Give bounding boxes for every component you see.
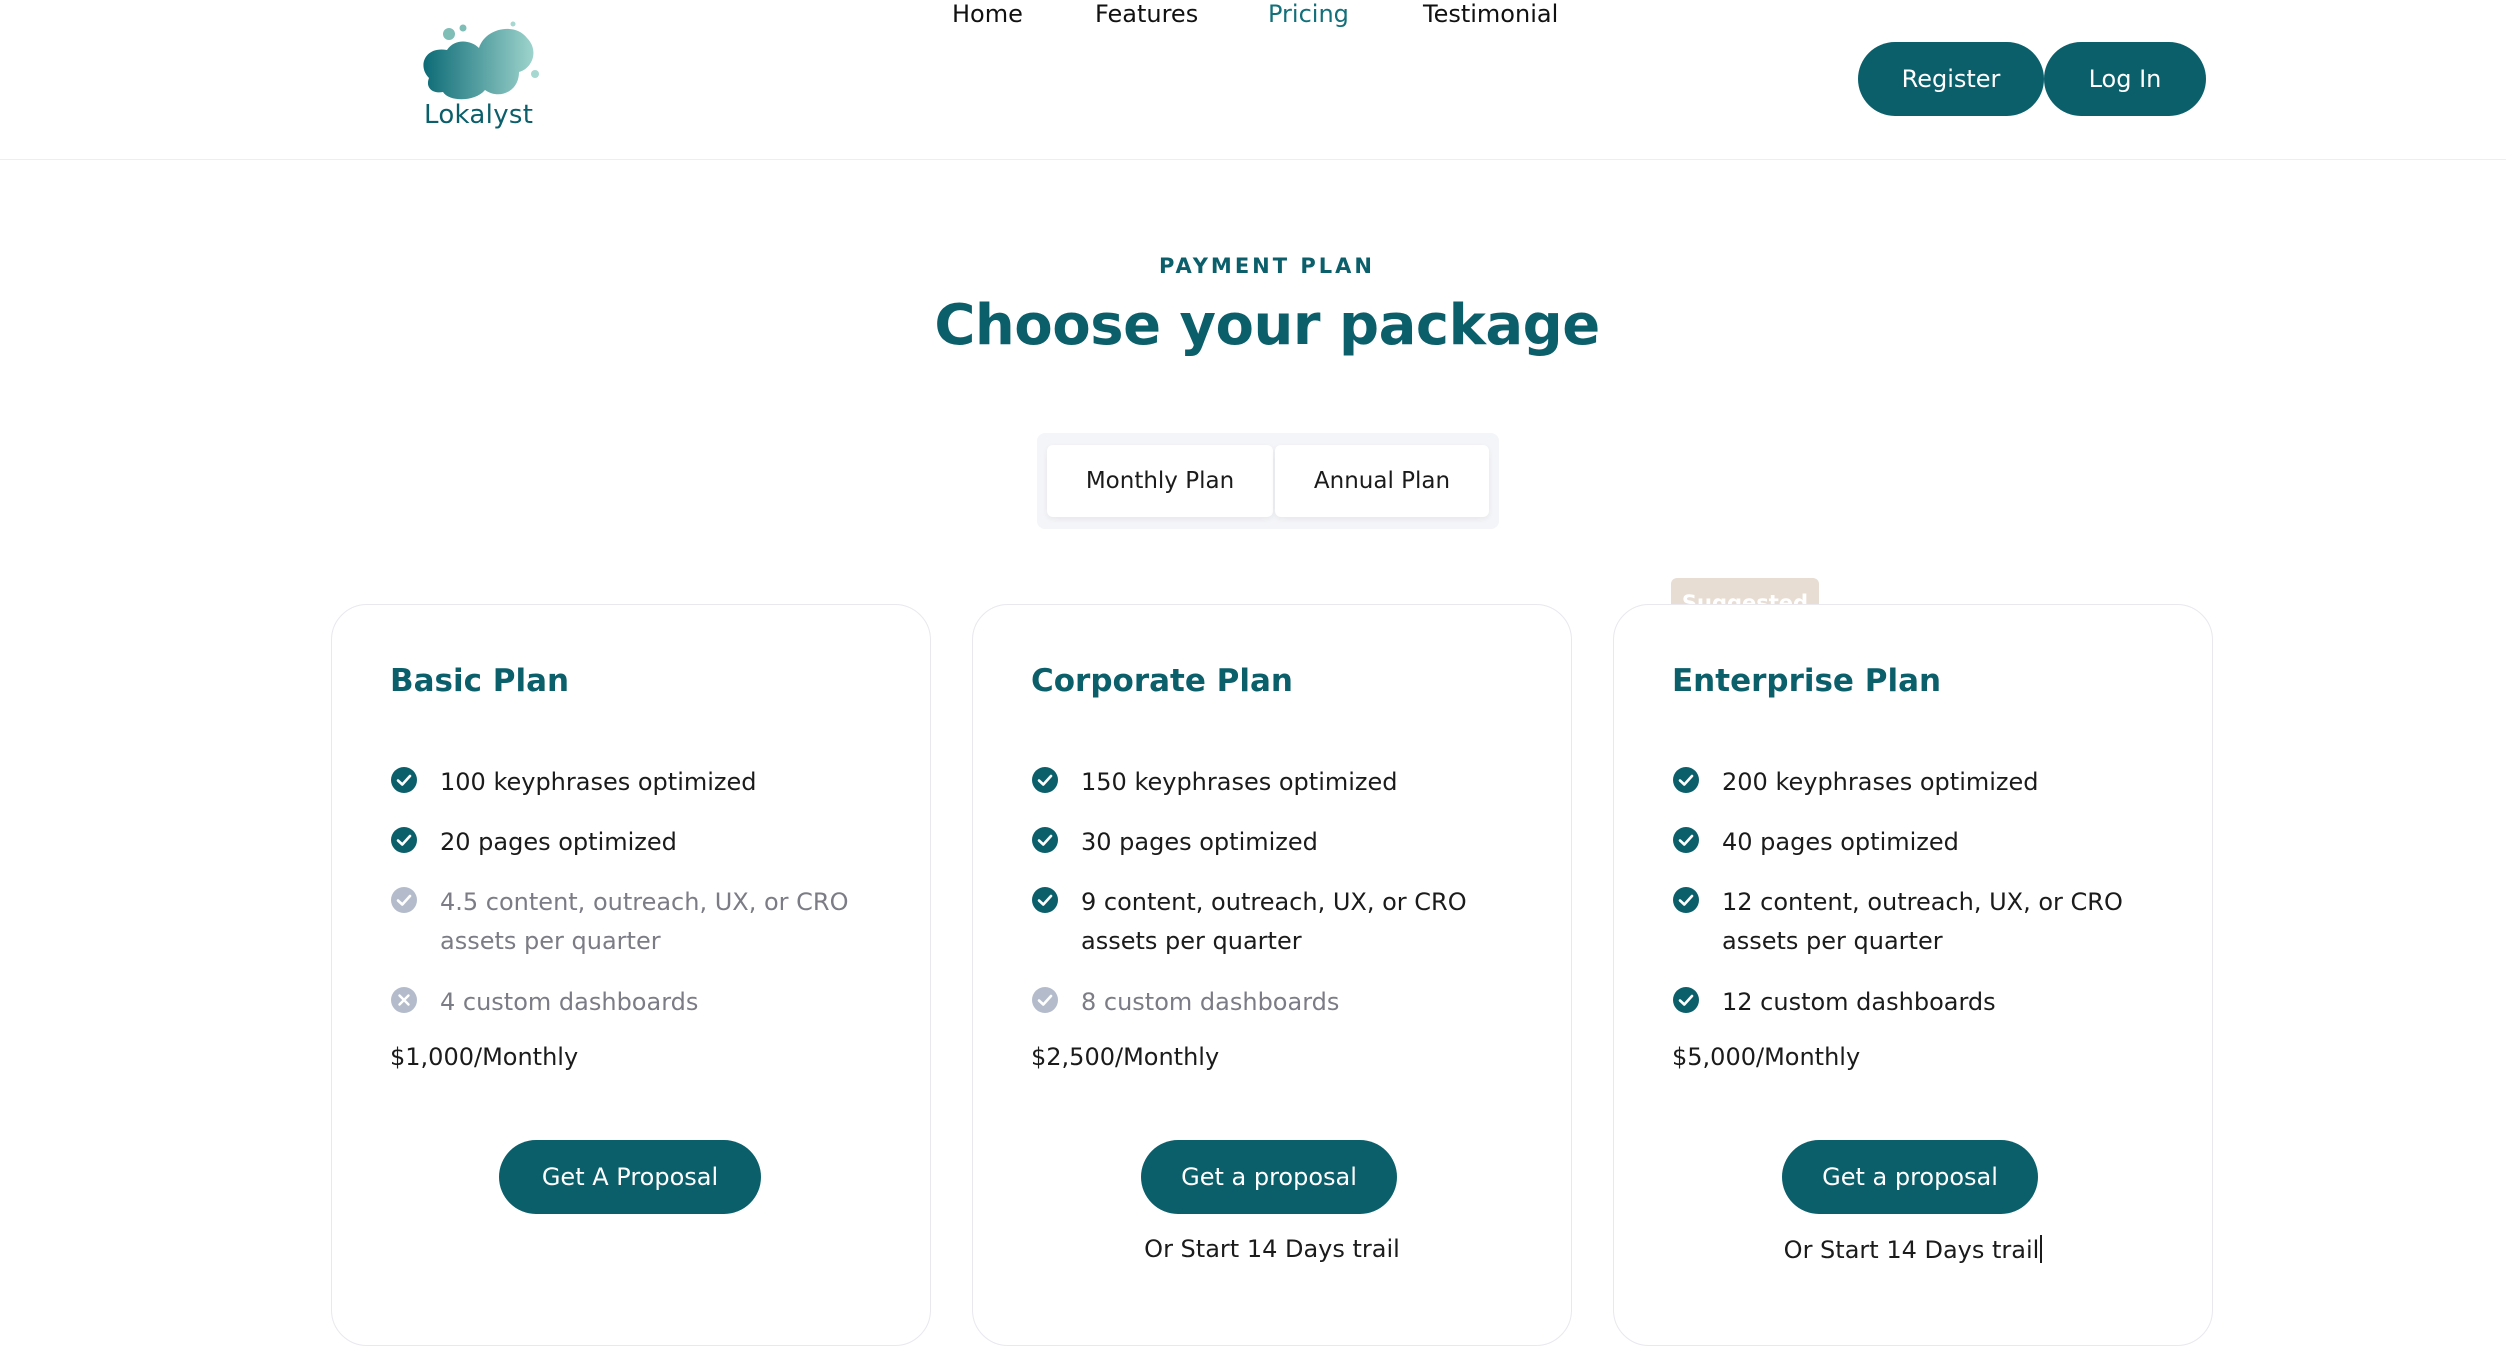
plan-title: Basic Plan [390, 663, 570, 699]
start-trial-link[interactable]: Or Start 14 Days trail [973, 1235, 1571, 1263]
login-button[interactable]: Log In [2044, 42, 2206, 116]
feature-text: 12 custom dashboards [1722, 988, 1996, 1016]
check-circle-icon [1673, 767, 1699, 793]
feature-text: 200 keyphrases optimized [1722, 768, 2039, 796]
plan-price: $1,000/Monthly [390, 1043, 579, 1071]
feature-text: 20 pages optimized [440, 828, 677, 856]
check-circle-muted-icon [391, 887, 417, 913]
page-title: Choose your package [934, 293, 1600, 358]
nav-home[interactable]: Home [952, 0, 1023, 28]
get-proposal-button[interactable]: Get a proposal [1782, 1140, 2038, 1214]
plan-title: Enterprise Plan [1672, 663, 1942, 699]
feature-text: 12 content, outreach, UX, or CRO assets … [1722, 888, 2123, 955]
check-circle-icon [1673, 887, 1699, 913]
check-circle-icon [1673, 827, 1699, 853]
feature-text: 150 keyphrases optimized [1081, 768, 1398, 796]
feature-text: 40 pages optimized [1722, 828, 1959, 856]
check-circle-icon [391, 767, 417, 793]
start-trial-link[interactable]: Or Start 14 Days trail [1614, 1235, 2212, 1264]
check-circle-icon [1032, 767, 1058, 793]
text-cursor [2040, 1235, 2043, 1263]
nav-features[interactable]: Features [1095, 0, 1198, 28]
logo-blob-icon [423, 21, 539, 100]
feature-text: 9 content, outreach, UX, or CRO assets p… [1081, 888, 1467, 955]
toggle-annual-plan[interactable]: Annual Plan [1275, 445, 1489, 517]
check-circle-muted-icon [1032, 987, 1058, 1013]
feature-text: 4.5 content, outreach, UX, or CRO assets… [440, 888, 849, 955]
toggle-monthly-plan[interactable]: Monthly Plan [1047, 445, 1273, 517]
check-circle-icon [1032, 827, 1058, 853]
brand-name: Lokalyst [424, 100, 534, 130]
plan-price: $5,000/Monthly [1672, 1043, 1861, 1071]
feature-text: 4 custom dashboards [440, 988, 699, 1016]
get-proposal-button[interactable]: Get A Proposal [499, 1140, 761, 1214]
plan-title: Corporate Plan [1031, 663, 1294, 699]
check-circle-icon [1032, 887, 1058, 913]
plan-card-basic: Basic Plan 100 keyphrases optimized 20 p… [331, 604, 931, 1346]
plan-card-corporate: Corporate Plan 150 keyphrases optimized … [972, 604, 1572, 1346]
x-circle-icon [391, 987, 417, 1013]
get-proposal-button[interactable]: Get a proposal [1141, 1140, 1397, 1214]
brand-logo[interactable]: Lokalyst [415, 16, 545, 134]
site-header: Lokalyst Home Features Pricing Testimoni… [0, 0, 2506, 160]
plan-card-enterprise: Enterprise Plan 200 keyphrases optimized… [1613, 604, 2213, 1346]
feature-text: 30 pages optimized [1081, 828, 1318, 856]
trial-text: Or Start 14 Days trail [1783, 1236, 2040, 1264]
register-button[interactable]: Register [1858, 42, 2044, 116]
nav-testimonial[interactable]: Testimonial [1423, 0, 1558, 28]
plan-price: $2,500/Monthly [1031, 1043, 1220, 1071]
check-circle-icon [1673, 987, 1699, 1013]
plan-toggle: Monthly Plan Annual Plan [1037, 433, 1499, 529]
feature-text: 8 custom dashboards [1081, 988, 1340, 1016]
check-circle-icon [391, 827, 417, 853]
section-eyebrow: PAYMENT PLAN [1159, 254, 1375, 278]
nav-pricing[interactable]: Pricing [1268, 0, 1349, 28]
feature-text: 100 keyphrases optimized [440, 768, 757, 796]
